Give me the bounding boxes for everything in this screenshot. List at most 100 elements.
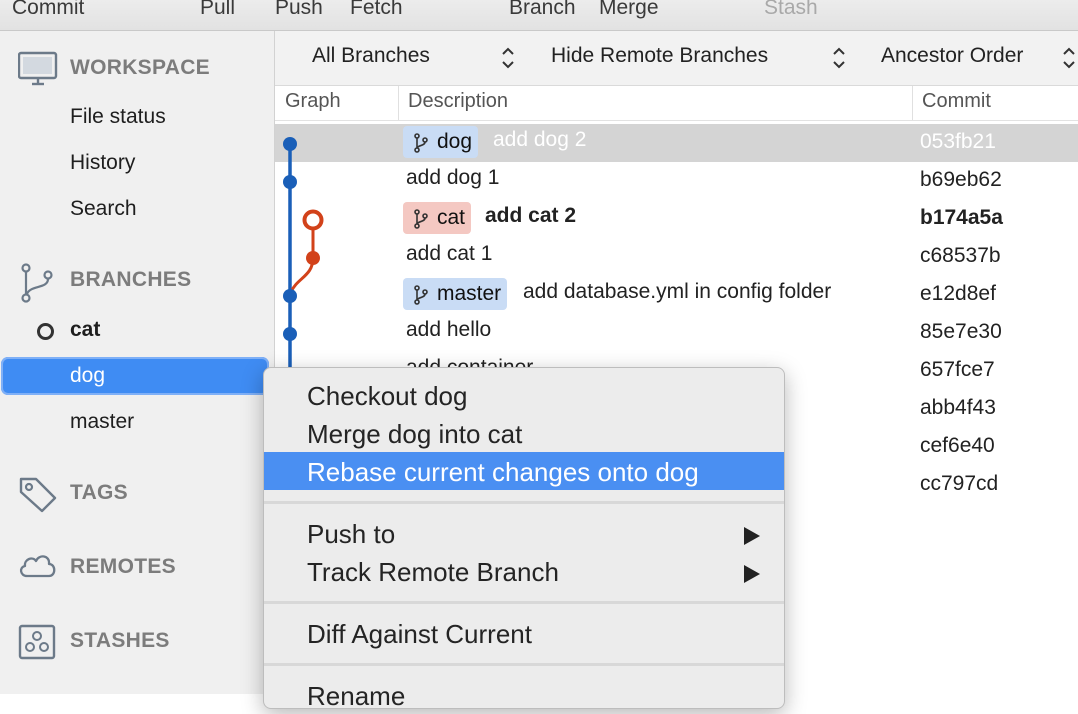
commit-hash: 657fce7 [920, 358, 995, 381]
tags-section-header[interactable]: TAGS [0, 472, 274, 513]
branch-icon [18, 263, 58, 303]
branch-button[interactable]: Branch [509, 0, 576, 20]
graph-column-header[interactable]: Graph [285, 90, 341, 113]
branch-label: master [70, 410, 135, 433]
current-branch-icon [37, 323, 54, 340]
sidebar-branch-master[interactable]: master [0, 403, 274, 441]
remotes-title: REMOTES [70, 555, 176, 578]
sidebar-item-file-status[interactable]: File status [0, 98, 274, 136]
branch-label: dog [70, 364, 106, 387]
commit-hash: c68537b [920, 244, 1001, 267]
submenu-arrow-icon [744, 565, 760, 583]
commit-node[interactable] [283, 137, 297, 151]
commit-node[interactable] [283, 175, 297, 189]
commit-message: add cat 1 [406, 242, 493, 265]
branch-tag-label: cat [437, 206, 466, 229]
commit-message: add database.yml in config folder [523, 280, 832, 303]
commit-column-header[interactable]: Commit [922, 90, 991, 113]
stashes-section-header[interactable]: STASHES [0, 620, 274, 660]
branch-label: cat [70, 318, 101, 341]
remote-filter-select[interactable]: Hide Remote Branches [551, 44, 768, 68]
branches-title: BRANCHES [70, 268, 192, 291]
updown-chevron-icon[interactable] [501, 45, 515, 71]
branch-tag[interactable]: cat [403, 202, 472, 234]
updown-chevron-icon[interactable] [832, 45, 846, 71]
commit-node[interactable] [283, 327, 297, 341]
stash-icon [18, 624, 58, 660]
toolbar: Commit Pull Push Fetch Branch Merge Stas… [0, 0, 1078, 31]
menu-item-rebase[interactable]: Rebase current changes onto dog [264, 452, 784, 490]
branch-icon [414, 133, 428, 153]
commit-hash: e12d8ef [920, 282, 996, 305]
branch-icon [414, 209, 428, 229]
commit-message: add cat 2 [485, 204, 577, 227]
branches-section-header[interactable]: BRANCHES [0, 259, 274, 303]
cloud-icon [18, 550, 58, 586]
commit-message: add dog 2 [493, 128, 587, 151]
commit-message: add hello [406, 318, 492, 341]
stash-button[interactable]: Stash [764, 0, 818, 20]
fetch-button[interactable]: Fetch [350, 0, 403, 20]
sidebar-item-label: Search [70, 197, 137, 220]
commit-graph [283, 137, 324, 400]
commit-hash: b174a5a [920, 206, 1003, 229]
sidebar-item-label: File status [70, 105, 166, 128]
description-column-header[interactable]: Description [408, 90, 508, 113]
commit-node[interactable] [306, 251, 320, 265]
sidebar-item-search[interactable]: Search [0, 190, 274, 228]
pull-button[interactable]: Pull [200, 0, 235, 20]
menu-item-rename[interactable]: Rename [264, 676, 784, 714]
commit-row[interactable]: add cat 1 c68537b [275, 238, 1078, 276]
branch-tag[interactable]: master [403, 278, 508, 310]
sidebar-item-history[interactable]: History [0, 144, 274, 182]
workspace-section-header[interactable]: WORKSPACE [0, 47, 274, 87]
menu-item-label: Rebase current changes onto dog [307, 457, 699, 487]
menu-item-label: Diff Against Current [307, 619, 532, 649]
updown-chevron-icon[interactable] [1062, 45, 1076, 71]
commit-row[interactable]: master add database.yml in config folder… [275, 276, 1078, 314]
commit-button[interactable]: Commit [12, 0, 84, 20]
column-divider[interactable] [398, 86, 399, 120]
commit-hash: b69eb62 [920, 168, 1002, 191]
menu-separator [264, 663, 784, 666]
commit-row[interactable]: cat add cat 2 b174a5a [275, 200, 1078, 238]
commit-hash: cef6e40 [920, 434, 995, 457]
stashes-title: STASHES [70, 629, 170, 652]
menu-item-push-to[interactable]: Push to [264, 514, 784, 552]
menu-item-label: Rename [307, 681, 406, 711]
workspace-title: WORKSPACE [70, 56, 210, 79]
menu-item-checkout[interactable]: Checkout dog [264, 376, 784, 414]
order-select[interactable]: Ancestor Order [881, 44, 1023, 68]
commit-hash: cc797cd [920, 472, 999, 495]
branch-tag[interactable]: dog [403, 126, 479, 158]
commit-message: add dog 1 [406, 166, 500, 189]
column-header-row: Graph Description Commit [275, 86, 1078, 121]
menu-item-merge[interactable]: Merge dog into cat [264, 414, 784, 452]
branch-filter-select[interactable]: All Branches [312, 44, 430, 68]
filter-bar: All Branches Hide Remote Branches Ancest… [275, 31, 1078, 86]
branch-tag-label: dog [437, 130, 473, 153]
menu-item-diff[interactable]: Diff Against Current [264, 614, 784, 652]
column-divider[interactable] [912, 86, 913, 120]
commit-row[interactable]: add dog 1 b69eb62 [275, 162, 1078, 200]
menu-item-label: Push to [307, 519, 396, 549]
submenu-arrow-icon [744, 527, 760, 545]
head-commit-node[interactable] [302, 209, 324, 231]
sidebar-branch-cat[interactable]: cat [0, 311, 274, 349]
commit-row[interactable]: add hello 85e7e30 [275, 314, 1078, 352]
sidebar-branch-dog[interactable]: dog [1, 357, 269, 395]
commit-hash: 85e7e30 [920, 320, 1002, 343]
menu-separator [264, 601, 784, 604]
menu-item-track-remote[interactable]: Track Remote Branch [264, 552, 784, 590]
menu-item-label: Track Remote Branch [307, 557, 559, 587]
remotes-section-header[interactable]: REMOTES [0, 546, 274, 586]
commit-hash: abb4f43 [920, 396, 996, 419]
branch-tag-label: master [437, 282, 502, 305]
merge-button[interactable]: Merge [599, 0, 659, 20]
push-button[interactable]: Push [275, 0, 323, 20]
commit-hash: 053fb21 [920, 130, 996, 153]
menu-separator [264, 501, 784, 504]
commit-row[interactable]: dog add dog 2 053fb21 [275, 124, 1078, 162]
menu-item-label: Merge dog into cat [307, 419, 523, 449]
commit-node[interactable] [283, 289, 297, 303]
